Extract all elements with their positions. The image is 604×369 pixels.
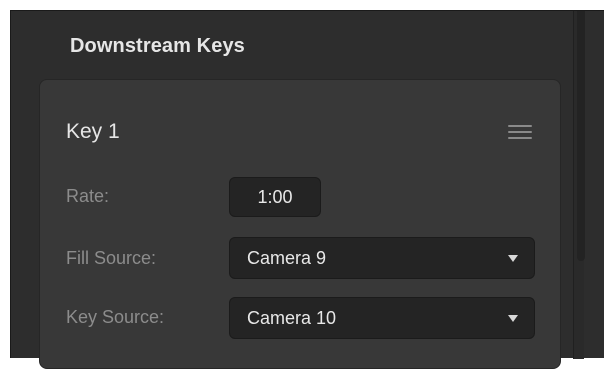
key-1-card: Key 1 Rate: 1:00 Fill Source: Camera 9 K… (39, 79, 561, 369)
chevron-down-icon (508, 315, 518, 322)
fill-source-value: Camera 9 (247, 248, 327, 268)
fill-source-dropdown[interactable]: Camera 9 (229, 237, 535, 279)
key-source-dropdown[interactable]: Camera 10 (229, 297, 535, 339)
panel-title: Downstream Keys (70, 35, 245, 57)
key-1-title: Key 1 (66, 120, 120, 143)
rate-field[interactable]: 1:00 (229, 177, 321, 217)
rate-label: Rate: (66, 186, 110, 206)
scrollbar[interactable] (577, 11, 585, 261)
hamburger-menu-icon[interactable] (508, 125, 532, 141)
downstream-keys-panel: Downstream Keys Key 1 Rate: 1:00 Fill So… (10, 10, 604, 369)
fill-source-label: Fill Source: (66, 248, 157, 268)
key-source-value: Camera 10 (247, 308, 337, 328)
chevron-down-icon (508, 255, 518, 262)
key-source-label: Key Source: (66, 307, 165, 327)
